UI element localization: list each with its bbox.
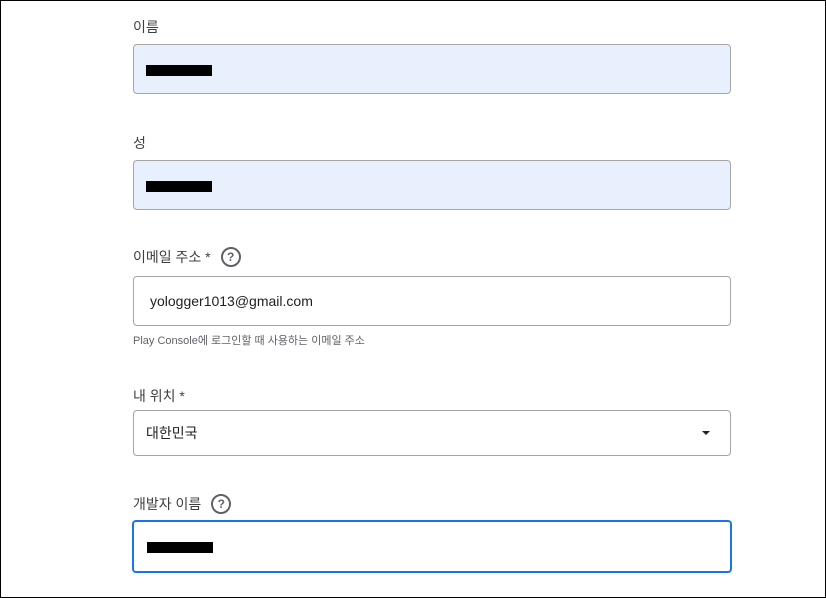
developer-name-field[interactable]: [132, 520, 732, 573]
location-select[interactable]: 대한민국: [133, 410, 731, 456]
location-label-text: 내 위치 *: [133, 388, 185, 404]
developer-account-form: 이름 성 이메일 주소 * ? yologger1013@gmail.com P…: [0, 0, 826, 598]
last-name-label-text: 성: [133, 135, 146, 151]
first-name-label-text: 이름: [133, 19, 159, 35]
last-name-value: [134, 177, 212, 193]
redacted-last-name: [146, 180, 212, 192]
help-icon[interactable]: ?: [211, 494, 232, 514]
email-label: 이메일 주소 * ?: [133, 247, 241, 267]
first-name-label: 이름: [133, 17, 159, 37]
location-label: 내 위치 *: [133, 386, 185, 406]
location-selected-value: 대한민국: [146, 425, 198, 441]
last-name-label: 성: [133, 133, 146, 153]
redacted-developer-name: [147, 542, 213, 554]
email-value: yologger1013@gmail.com: [150, 293, 313, 309]
developer-name-value: [134, 539, 213, 555]
last-name-field[interactable]: [133, 160, 731, 210]
developer-name-label-text: 개발자 이름: [133, 496, 202, 512]
email-field[interactable]: yologger1013@gmail.com: [133, 276, 731, 326]
email-hint: Play Console에 로그인할 때 사용하는 이메일 주소: [133, 335, 365, 347]
email-label-text: 이메일 주소 *: [133, 249, 211, 265]
first-name-value: [134, 61, 212, 77]
first-name-field[interactable]: [133, 44, 731, 94]
dropdown-arrow-icon: [702, 431, 710, 435]
developer-name-label: 개발자 이름 ?: [133, 494, 232, 514]
redacted-first-name: [146, 64, 212, 76]
help-icon[interactable]: ?: [220, 247, 241, 267]
